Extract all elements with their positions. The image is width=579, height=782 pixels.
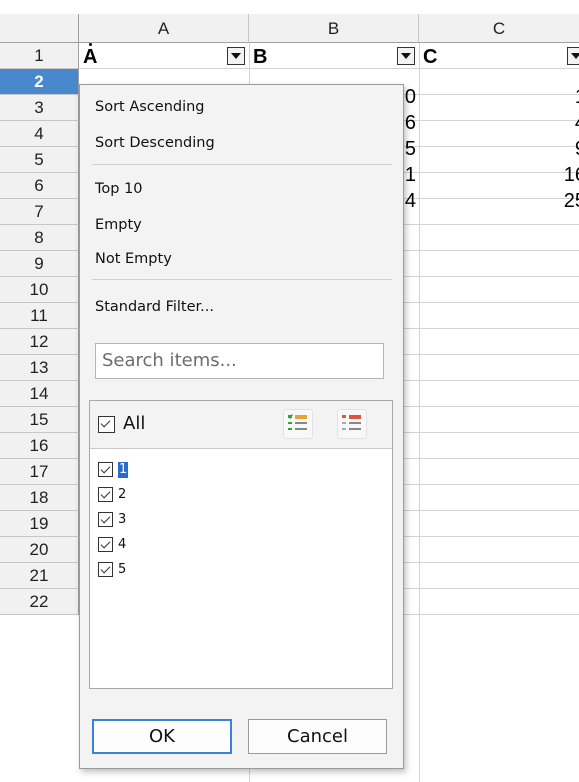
menu-separator <box>92 164 392 165</box>
cell-c3[interactable]: 4 <box>500 110 579 136</box>
autofilter-dropdown-a[interactable] <box>227 47 245 65</box>
row-header-11[interactable]: 11 <box>0 303 79 329</box>
item-label-1: 1 <box>118 462 129 478</box>
row-header-17[interactable]: 17 <box>0 459 79 485</box>
item-checkbox-4[interactable] <box>98 537 113 552</box>
cell-a1[interactable]: A <box>83 44 123 70</box>
grid-line <box>419 43 420 782</box>
row-header-20[interactable]: 20 <box>0 537 79 563</box>
deselect-all-icon[interactable] <box>337 409 367 439</box>
sort-ascending-item[interactable]: Sort Ascending <box>95 96 205 118</box>
item-label-4: 4 <box>118 537 127 552</box>
empty-item[interactable]: Empty <box>95 214 142 236</box>
row-header-15[interactable]: 15 <box>0 407 79 433</box>
select-all-corner[interactable] <box>0 14 79 43</box>
row-header-18[interactable]: 18 <box>0 485 79 511</box>
item-label-2: 2 <box>118 487 127 502</box>
row-header-22[interactable]: 22 <box>0 589 79 615</box>
column-header-c[interactable]: C <box>419 14 579 43</box>
item-checkbox-1[interactable] <box>98 462 113 477</box>
cell-c6[interactable]: 25 <box>500 188 579 214</box>
row-header-7[interactable]: 7 <box>0 199 79 225</box>
select-all-checkbox[interactable] <box>98 416 115 433</box>
cell-b1[interactable]: B <box>253 44 293 70</box>
column-header-a[interactable]: A <box>79 14 249 43</box>
item-label-5: 5 <box>118 562 127 577</box>
row-header-8[interactable]: 8 <box>0 225 79 251</box>
autofilter-dropdown-b[interactable] <box>397 47 415 65</box>
row-header-14[interactable]: 14 <box>0 381 79 407</box>
row-header-3[interactable]: 3 <box>0 95 79 121</box>
sort-descending-item[interactable]: Sort Descending <box>95 132 215 154</box>
cell-c5[interactable]: 16 <box>500 162 579 188</box>
cell-c4[interactable]: 9 <box>500 136 579 162</box>
item-checkbox-2[interactable] <box>98 487 113 502</box>
cell-c1[interactable]: C <box>423 44 463 70</box>
column-header-b[interactable]: B <box>249 14 419 43</box>
autofilter-dropdown-c[interactable] <box>567 47 579 65</box>
row-header-12[interactable]: 12 <box>0 329 79 355</box>
row-header-13[interactable]: 13 <box>0 355 79 381</box>
row-header-5[interactable]: 5 <box>0 147 79 173</box>
row-header-6[interactable]: 6 <box>0 173 79 199</box>
row-header-4[interactable]: 4 <box>0 121 79 147</box>
not-empty-item[interactable]: Not Empty <box>95 248 172 270</box>
row-header-19[interactable]: 19 <box>0 511 79 537</box>
item-label-3: 3 <box>118 512 127 527</box>
standard-filter-item[interactable]: Standard Filter... <box>95 296 214 318</box>
top10-item[interactable]: Top 10 <box>95 178 143 200</box>
list-header: All <box>90 401 392 449</box>
filter-values-list: All 1 2 3 4 5 <box>89 400 393 689</box>
cancel-button[interactable]: Cancel <box>248 719 387 754</box>
grid-line <box>79 68 579 69</box>
all-label: All <box>123 413 146 434</box>
ok-button[interactable]: OK <box>92 719 232 754</box>
menu-separator <box>92 279 392 280</box>
row-header-2[interactable]: 2 <box>0 69 79 95</box>
item-checkbox-5[interactable] <box>98 562 113 577</box>
cell-c2[interactable]: 1 <box>500 84 579 110</box>
row-header-1[interactable]: 1 <box>0 43 79 69</box>
item-checkbox-3[interactable] <box>98 512 113 527</box>
row-header-9[interactable]: 9 <box>0 251 79 277</box>
select-all-icon[interactable] <box>283 409 313 439</box>
row-header-21[interactable]: 21 <box>0 563 79 589</box>
autofilter-popup: Sort Ascending Sort Descending Top 10 Em… <box>79 84 404 769</box>
cell-a1-accent-mark <box>89 43 92 46</box>
row-header-16[interactable]: 16 <box>0 433 79 459</box>
search-items-input[interactable]: Search items... <box>95 343 384 379</box>
row-header-10[interactable]: 10 <box>0 277 79 303</box>
